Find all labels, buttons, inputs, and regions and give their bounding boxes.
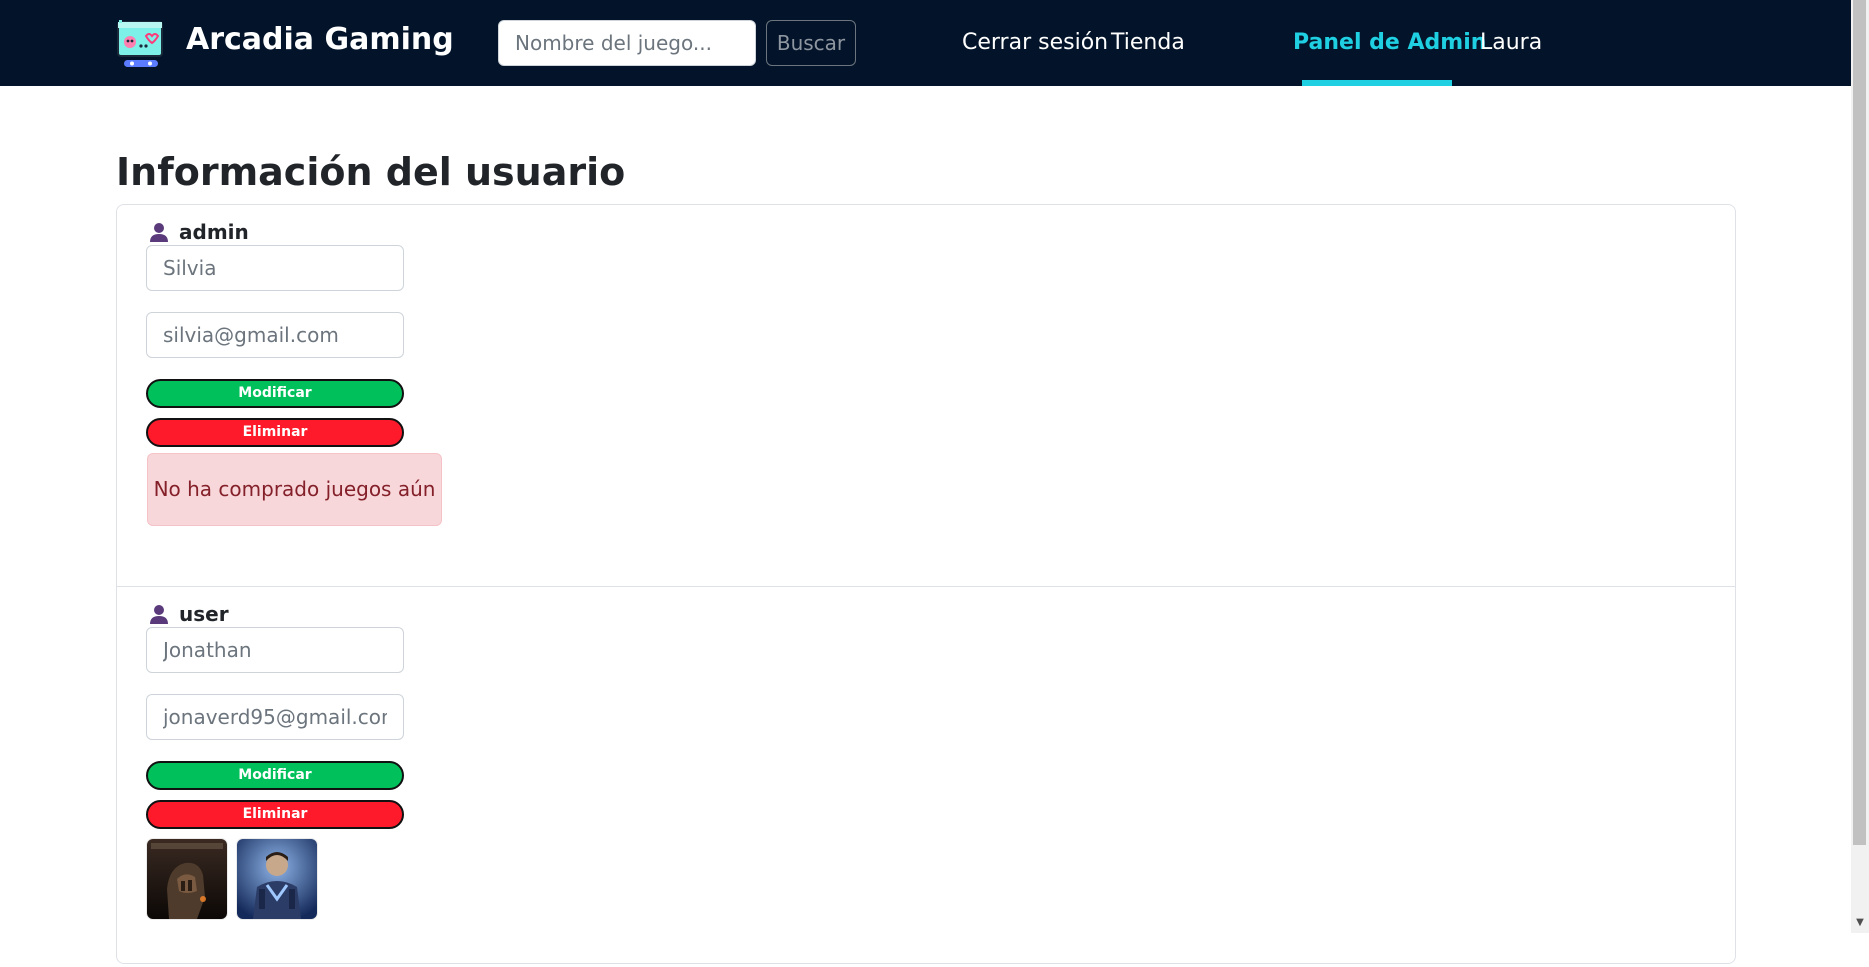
game-cover-1-icon[interactable] [147, 839, 227, 919]
logout-link[interactable]: Cerrar sesión [962, 26, 1108, 60]
no-games-alert: No ha comprado juegos aún [147, 453, 442, 526]
scroll-down-arrow-icon[interactable]: ▼ [1853, 915, 1867, 931]
user-icon [149, 222, 169, 242]
admin-panel-link[interactable]: Panel de Admin [1293, 26, 1486, 60]
search-button[interactable]: Buscar [766, 20, 856, 66]
current-user-link[interactable]: Laura [1480, 26, 1542, 60]
search-input[interactable] [498, 20, 756, 66]
user-entry: user Modificar Eliminar [117, 587, 1735, 967]
top-navbar: Arcadia Gaming Buscar Cerrar sesión Tien… [0, 0, 1869, 86]
email-field[interactable] [146, 694, 404, 740]
arcadia-logo-icon[interactable] [116, 20, 166, 68]
modify-button[interactable]: Modificar [146, 379, 404, 408]
store-link[interactable]: Tienda [1111, 26, 1185, 60]
scrollbar-thumb[interactable] [1853, 0, 1866, 845]
name-field[interactable] [146, 245, 404, 291]
users-card: admin Modificar Eliminar No ha comprado … [116, 204, 1736, 964]
active-tab-indicator [1302, 80, 1452, 86]
delete-button[interactable]: Eliminar [146, 800, 404, 829]
user-role-label: user [179, 602, 229, 626]
delete-button[interactable]: Eliminar [146, 418, 404, 447]
name-field[interactable] [146, 627, 404, 673]
brand-name[interactable]: Arcadia Gaming [186, 20, 454, 60]
modify-button[interactable]: Modificar [146, 761, 404, 790]
user-icon [149, 604, 169, 624]
page-title: Información del usuario [116, 150, 626, 194]
user-role-label: admin [179, 220, 249, 244]
game-cover-2-icon[interactable] [237, 839, 317, 919]
user-entry: admin Modificar Eliminar No ha comprado … [117, 205, 1735, 587]
email-field[interactable] [146, 312, 404, 358]
